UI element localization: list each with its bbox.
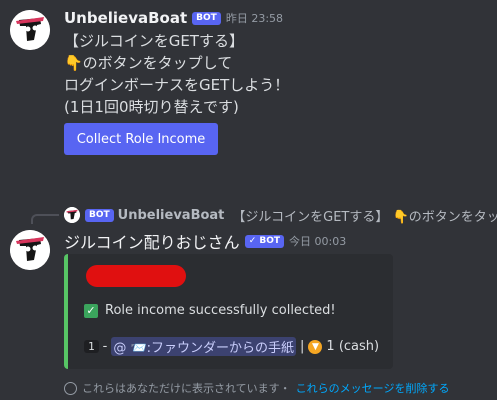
ephemeral-notice: これらはあなただけに表示されています・ これらのメッセージを削除する: [64, 380, 449, 396]
success-row: ✓ Role income successfully collected!: [84, 303, 336, 318]
timestamp[interactable]: 昨日 23:58: [226, 10, 283, 26]
dismiss-messages-link[interactable]: これらのメッセージを削除する: [296, 380, 450, 396]
separator: -: [102, 339, 108, 354]
message1-header: UnbelievaBoat BOT 昨日 23:58: [64, 9, 283, 27]
message1-content: 【ジルコインをGETする】 👇のボタンをタップして ログインボーナスをGETしよ…: [64, 30, 289, 118]
message-line: 【ジルコインをGETする】: [64, 32, 244, 50]
unbelievaboat-avatar[interactable]: [10, 10, 50, 50]
cash-amount: 1 (cash): [326, 339, 380, 354]
reply-author[interactable]: UnbelievaBoat: [118, 208, 225, 223]
index-code: 1: [84, 340, 99, 353]
eye-icon: [64, 381, 77, 395]
timestamp[interactable]: 今日 00:03: [289, 233, 346, 249]
message-line: (1日1回0時切り替えです): [64, 98, 239, 116]
coin-icon: ▼: [308, 339, 323, 354]
check-icon: ✓: [84, 303, 98, 318]
bot-badge: BOT: [192, 11, 221, 25]
collect-role-income-button[interactable]: Collect Role Income: [64, 123, 218, 155]
author-name[interactable]: ジルコイン配りおじさん: [64, 229, 240, 253]
author-name[interactable]: UnbelievaBoat: [64, 9, 187, 27]
role-mention[interactable]: @ 📨:ファウンダーからの手紙: [111, 337, 297, 356]
ojisan-avatar[interactable]: [10, 230, 50, 270]
ephemeral-text: これらはあなただけに表示されています・: [82, 382, 291, 395]
message-line: 👇のボタンをタップして: [64, 54, 233, 72]
reply-connector: [31, 214, 59, 224]
reward-row: 1 - @ 📨:ファウンダーからの手紙 | ▼ 1 (cash): [84, 337, 379, 356]
embed: ✓ Role income successfully collected! 1 …: [64, 254, 393, 369]
verified-bot-badge: ✓ BOT: [244, 234, 285, 248]
reply-bot-badge: BOT: [85, 209, 114, 222]
reply-avatar[interactable]: [64, 207, 80, 223]
success-text: Role income successfully collected!: [105, 303, 336, 318]
message-line: ログインボーナスをGETしよう！: [64, 76, 290, 94]
pipe-separator: |: [300, 339, 305, 354]
redaction-mark: [86, 265, 186, 287]
reply-text[interactable]: 【ジルコインをGETする】 👇のボタンをタップして: [232, 206, 497, 225]
reply-preview[interactable]: BOT UnbelievaBoat 【ジルコインをGETする】 👇のボタンをタッ…: [85, 206, 497, 225]
message2-header: ジルコイン配りおじさん ✓ BOT 今日 00:03: [64, 229, 346, 253]
